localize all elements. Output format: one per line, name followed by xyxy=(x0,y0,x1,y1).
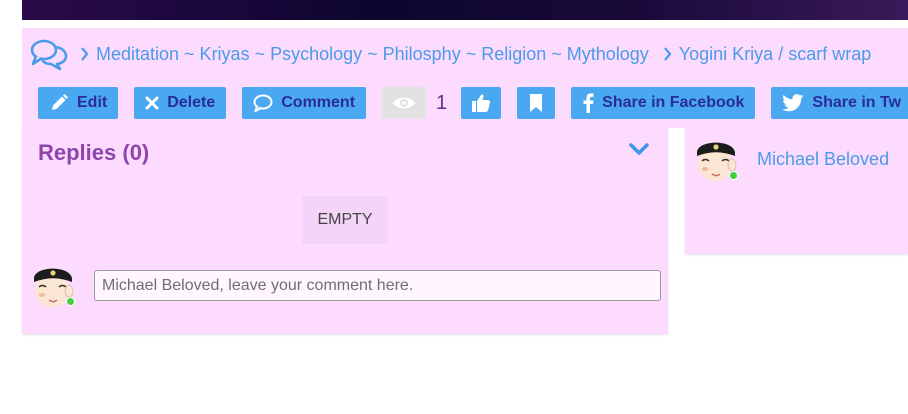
empty-state: EMPTY xyxy=(302,196,388,244)
twitter-icon xyxy=(782,94,804,112)
author-name-link[interactable]: Michael Beloved xyxy=(757,149,889,170)
online-status-dot xyxy=(729,171,738,180)
chevron-down-icon[interactable] xyxy=(628,142,650,156)
bookmark-button[interactable] xyxy=(517,87,556,119)
speech-bubble-icon xyxy=(253,94,273,112)
breadcrumb: Meditation ~ Kriyas ~ Psychology ~ Philo… xyxy=(30,36,871,72)
comment-button[interactable]: Comment xyxy=(242,87,367,119)
forum-icon[interactable] xyxy=(30,37,68,71)
close-icon xyxy=(145,96,159,110)
delete-label: Delete xyxy=(167,94,216,111)
header-panel: Meditation ~ Kriyas ~ Psychology ~ Philo… xyxy=(22,28,908,128)
comment-label: Comment xyxy=(281,94,356,111)
view-count: 1 xyxy=(436,91,448,114)
breadcrumb-topic[interactable]: Yogini Kriya / scarf wrap xyxy=(679,44,871,65)
share-facebook-label: Share in Facebook xyxy=(602,94,745,111)
comment-input[interactable] xyxy=(94,270,661,301)
bookmark-icon xyxy=(530,94,543,112)
online-status-dot xyxy=(66,297,75,306)
top-banner xyxy=(22,0,908,20)
chevron-right-icon xyxy=(80,47,89,61)
replies-title: Replies (0) xyxy=(38,140,150,165)
share-facebook-button[interactable]: Share in Facebook xyxy=(571,87,756,119)
edit-label: Edit xyxy=(77,94,108,111)
author-panel: Michael Beloved xyxy=(685,128,908,254)
toolbar: Edit Delete Comment 1 Share in Facebook … xyxy=(38,87,908,119)
pencil-icon xyxy=(52,94,68,110)
replies-panel: Replies (0) EMPTY xyxy=(22,128,668,334)
views-button[interactable] xyxy=(382,87,427,119)
edit-button[interactable]: Edit xyxy=(38,87,119,119)
breadcrumb-category[interactable]: Meditation ~ Kriyas ~ Psychology ~ Philo… xyxy=(96,44,649,65)
chevron-right-icon xyxy=(663,47,672,61)
thumbs-up-icon xyxy=(472,94,491,112)
share-twitter-button[interactable]: Share in Tw xyxy=(771,87,908,119)
share-twitter-label: Share in Tw xyxy=(812,94,902,111)
like-button[interactable] xyxy=(461,87,502,119)
delete-button[interactable]: Delete xyxy=(134,87,227,119)
eye-icon xyxy=(393,97,416,109)
facebook-icon xyxy=(583,93,594,113)
